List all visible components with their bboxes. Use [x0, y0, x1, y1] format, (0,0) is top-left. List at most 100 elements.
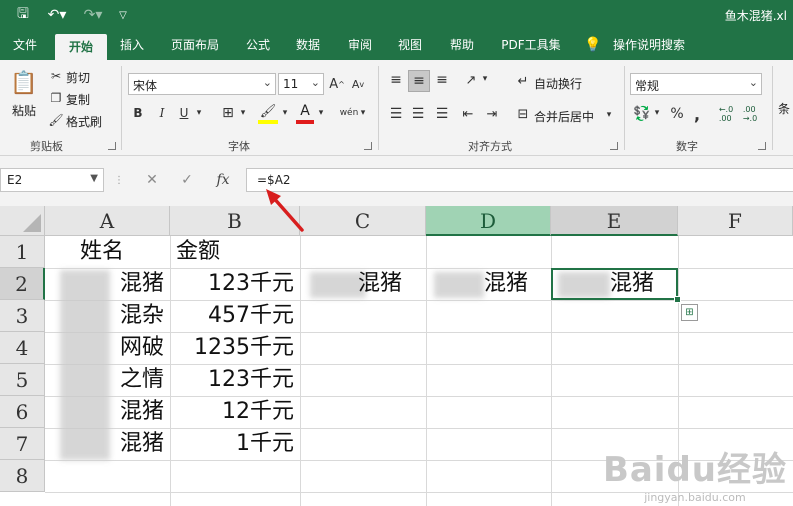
tab-view[interactable]: 视图 — [390, 30, 430, 60]
merge-center-button[interactable]: 合并后居中 — [534, 108, 594, 125]
cell-b7[interactable]: 1千元 — [170, 428, 300, 460]
cancel-button[interactable]: ✕ — [141, 170, 163, 190]
increase-indent-icon[interactable]: ⇥ — [482, 104, 502, 124]
column-header-e[interactable]: E — [551, 206, 678, 236]
chevron-down-icon[interactable]: ▾ — [280, 106, 290, 120]
cell-b6[interactable]: 12千元 — [170, 396, 300, 428]
chevron-down-icon[interactable]: ▾ — [194, 106, 204, 120]
tab-data[interactable]: 数据 — [288, 30, 328, 60]
chevron-down-icon[interactable]: ▾ — [480, 72, 490, 86]
customize-quick-access-icon[interactable]: ▽ — [116, 6, 130, 24]
currency-icon[interactable]: 💱 — [632, 104, 652, 124]
worksheet-grid[interactable]: A B C D E F 1 2 3 4 5 6 7 8 姓名 金额 混猪 123… — [0, 206, 793, 506]
chevron-down-icon[interactable]: ▾ — [316, 106, 326, 120]
row-header-1[interactable]: 1 — [0, 236, 45, 268]
row-header-3[interactable]: 3 — [0, 300, 45, 332]
cell-a4[interactable]: 网破 — [45, 332, 170, 364]
row-header-8[interactable]: 8 — [0, 460, 45, 492]
merge-center-icon[interactable]: ⊟ — [514, 105, 532, 123]
undo-icon[interactable]: ↶▾ — [44, 6, 70, 24]
font-color-icon[interactable]: A — [296, 102, 314, 124]
copy-button[interactable]: 复制 — [66, 91, 90, 108]
paste-button[interactable]: 粘贴 — [12, 102, 36, 119]
tab-help[interactable]: 帮助 — [442, 30, 482, 60]
column-header-c[interactable]: C — [300, 206, 426, 236]
fill-color-icon[interactable]: 🖌 — [258, 102, 278, 124]
align-bottom-icon[interactable]: ≡ — [432, 70, 452, 90]
cell-c2[interactable]: 混猪 — [350, 268, 426, 300]
phonetic-icon[interactable]: wén — [338, 102, 360, 124]
wrap-text-button[interactable]: 自动换行 — [534, 75, 582, 92]
alignment-launcher-icon[interactable] — [610, 142, 618, 150]
cell-a5[interactable]: 之情 — [45, 364, 170, 396]
font-size-select[interactable]: 11 ⌄ — [278, 73, 324, 95]
conditional-format-button-partial[interactable]: 条 — [778, 100, 790, 117]
cell-a6[interactable]: 混猪 — [45, 396, 170, 428]
chevron-down-icon[interactable]: ▾ — [652, 106, 662, 120]
column-header-a[interactable]: A — [45, 206, 170, 236]
chevron-down-icon[interactable]: ▾ — [604, 108, 614, 122]
cut-icon[interactable]: ✂ — [48, 68, 64, 84]
align-top-icon[interactable]: ≡ — [386, 70, 406, 90]
cell-b3[interactable]: 457千元 — [170, 300, 300, 332]
orientation-icon[interactable]: ↗ — [460, 70, 482, 90]
cell-b4[interactable]: 1235千元 — [170, 332, 300, 364]
align-left-icon[interactable]: ☰ — [386, 104, 406, 124]
align-center-icon[interactable]: ☰ — [408, 104, 428, 124]
tab-file[interactable]: 文件 — [4, 30, 46, 60]
font-name-select[interactable]: 宋体 ⌄ — [128, 73, 276, 95]
number-launcher-icon[interactable] — [758, 142, 766, 150]
select-all-corner[interactable] — [0, 206, 45, 236]
tab-formulas[interactable]: 公式 — [238, 30, 278, 60]
row-header-7[interactable]: 7 — [0, 428, 45, 460]
underline-button[interactable]: U — [176, 104, 192, 122]
tab-pdf-tools[interactable]: PDF工具集 — [494, 30, 568, 60]
cell-b5[interactable]: 123千元 — [170, 364, 300, 396]
cell-a3[interactable]: 混杂 — [45, 300, 170, 332]
border-icon[interactable]: ⊞ — [218, 104, 238, 122]
percent-button[interactable]: % — [668, 104, 686, 124]
shrink-font-icon[interactable]: Av — [350, 75, 366, 93]
format-painter-button[interactable]: 格式刷 — [66, 113, 102, 130]
cell-a1[interactable]: 姓名 — [72, 236, 170, 268]
number-format-select[interactable]: 常规 ⌄ — [630, 73, 762, 95]
insert-function-button[interactable]: fx — [212, 170, 234, 190]
cell-d2[interactable]: 混猪 — [476, 268, 551, 300]
align-right-icon[interactable]: ☰ — [432, 104, 452, 124]
chevron-down-icon[interactable]: ▾ — [358, 106, 368, 120]
column-header-f[interactable]: F — [678, 206, 793, 236]
increase-decimal-button[interactable]: ←.0 .00 — [716, 102, 736, 126]
clipboard-launcher-icon[interactable] — [108, 142, 116, 150]
fill-handle[interactable] — [674, 296, 681, 303]
font-launcher-icon[interactable] — [364, 142, 372, 150]
cut-button[interactable]: 剪切 — [66, 69, 90, 86]
redo-icon[interactable]: ↷▾ — [80, 6, 106, 24]
tab-page-layout[interactable]: 页面布局 — [164, 30, 226, 60]
tell-me-search[interactable]: 操作说明搜索 — [606, 30, 692, 60]
tab-home[interactable]: 开始 — [55, 34, 107, 60]
save-icon[interactable]: 🖫 — [14, 6, 32, 24]
cell-b2[interactable]: 123千元 — [170, 268, 300, 300]
cell-a7[interactable]: 混猪 — [45, 428, 170, 460]
enter-button[interactable]: ✓ — [176, 170, 198, 190]
align-middle-icon[interactable]: ≡ — [408, 70, 430, 92]
tab-insert[interactable]: 插入 — [112, 30, 152, 60]
column-header-d[interactable]: D — [426, 206, 551, 236]
italic-button[interactable]: I — [154, 104, 170, 122]
paste-icon[interactable]: 📋 — [10, 68, 38, 98]
row-header-2[interactable]: 2 — [0, 268, 45, 300]
bold-button[interactable]: B — [130, 104, 146, 122]
cell-b1[interactable]: 金额 — [168, 236, 298, 268]
quick-analysis-icon[interactable]: ⊞ — [681, 304, 698, 321]
decrease-decimal-button[interactable]: .00 →.0 — [740, 102, 760, 126]
drag-handle-icon[interactable]: ⋮ — [114, 172, 124, 188]
chevron-down-icon[interactable]: ▾ — [238, 106, 248, 120]
grow-font-icon[interactable]: A ^ — [329, 75, 345, 93]
wrap-text-icon[interactable]: ↵ — [514, 72, 532, 90]
name-box[interactable]: E2 ▼ — [0, 168, 104, 192]
row-header-5[interactable]: 5 — [0, 364, 45, 396]
comma-style-button[interactable]: , — [690, 104, 704, 124]
decrease-indent-icon[interactable]: ⇤ — [458, 104, 478, 124]
format-painter-icon[interactable]: 🖌 — [48, 112, 64, 128]
copy-icon[interactable]: ❐ — [48, 90, 64, 106]
